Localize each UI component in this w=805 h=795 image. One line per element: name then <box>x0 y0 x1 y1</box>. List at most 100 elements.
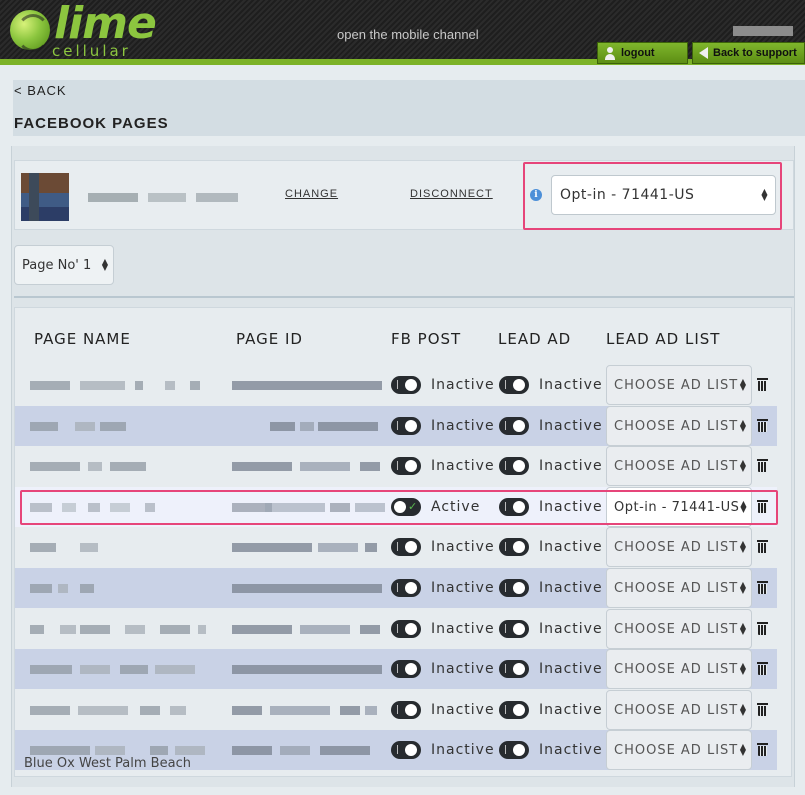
header-fb-post: FB POST <box>391 330 462 348</box>
fb-post-toggle[interactable]: | <box>391 741 421 759</box>
fb-post-status: Inactive <box>431 418 495 434</box>
lead-ad-toggle[interactable]: | <box>499 417 529 435</box>
fb-post-status: Inactive <box>431 377 495 393</box>
lead-ad-list-select[interactable]: CHOOSE AD LIST ▲ ▼ <box>606 527 752 567</box>
page-name-redacted <box>30 422 58 431</box>
select-caret-icon: ▲ ▼ <box>739 661 747 676</box>
page-name-redacted <box>155 665 195 674</box>
page-number-select[interactable]: Page No' 1 ▲ ▼ <box>14 245 114 285</box>
page-name-redacted <box>88 462 102 471</box>
trash-icon[interactable] <box>757 662 768 675</box>
lead-ad-toggle[interactable]: | <box>499 701 529 719</box>
trash-icon[interactable] <box>757 622 768 635</box>
lead-ad-toggle[interactable]: | <box>499 376 529 394</box>
page-name-redacted <box>80 381 125 390</box>
lead-ad-list-select[interactable]: CHOOSE AD LIST ▲ ▼ <box>606 446 752 486</box>
page-name-redacted <box>30 543 56 552</box>
lead-ad-list-select[interactable]: CHOOSE AD LIST ▲ ▼ <box>606 568 752 608</box>
page-number-value: Page No' 1 <box>22 257 92 273</box>
fb-post-toggle[interactable]: | <box>391 701 421 719</box>
trash-icon[interactable] <box>757 419 768 432</box>
fb-post-toggle[interactable]: | <box>391 457 421 475</box>
default-ad-list-select[interactable]: Opt-in - 71441-US ▲ ▼ <box>551 175 776 215</box>
off-mark-icon: | <box>504 461 508 471</box>
page-id-redacted <box>318 543 358 552</box>
page-name-redacted <box>198 625 206 634</box>
lead-ad-status: Inactive <box>539 621 603 637</box>
fb-post-toggle[interactable]: | <box>391 579 421 597</box>
connected-page-name-redacted <box>196 193 238 202</box>
page-name-redacted <box>125 625 145 634</box>
trash-icon[interactable] <box>757 378 768 391</box>
fb-post-toggle[interactable]: | <box>391 376 421 394</box>
off-mark-icon: | <box>396 380 400 390</box>
page-name-redacted <box>80 665 110 674</box>
lead-ad-toggle[interactable]: | <box>499 457 529 475</box>
logout-button[interactable]: logout <box>597 42 688 64</box>
lead-ad-toggle[interactable]: | <box>499 660 529 678</box>
lead-ad-list-select[interactable]: CHOOSE AD LIST ▲ ▼ <box>606 690 752 730</box>
page-id-redacted <box>232 746 272 755</box>
trash-icon[interactable] <box>757 743 768 756</box>
lead-ad-list-value: CHOOSE AD LIST <box>614 742 739 758</box>
lead-ad-list-select[interactable]: CHOOSE AD LIST ▲ ▼ <box>606 609 752 649</box>
lead-ad-toggle[interactable]: | <box>499 538 529 556</box>
off-mark-icon: | <box>396 664 400 674</box>
lead-ad-list-select[interactable]: CHOOSE AD LIST ▲ ▼ <box>606 730 752 770</box>
lead-ad-list-select[interactable]: CHOOSE AD LIST ▲ ▼ <box>606 365 752 405</box>
select-caret-icon: ▲ ▼ <box>739 580 747 595</box>
lead-ad-toggle[interactable]: | <box>499 579 529 597</box>
lead-ad-list-select[interactable]: CHOOSE AD LIST ▲ ▼ <box>606 406 752 446</box>
page-id-redacted <box>232 706 262 715</box>
back-to-support-button[interactable]: Back to support <box>692 42 805 64</box>
fb-post-toggle[interactable]: | <box>391 660 421 678</box>
lead-ad-list-value: CHOOSE AD LIST <box>614 661 739 677</box>
page-name-redacted <box>150 746 168 755</box>
page-id-redacted <box>270 706 330 715</box>
page-id-redacted <box>300 422 314 431</box>
back-link[interactable]: < BACK <box>14 83 67 98</box>
lead-ad-list-value: CHOOSE AD LIST <box>614 621 739 637</box>
lead-ad-list-select[interactable]: CHOOSE AD LIST ▲ ▼ <box>606 649 752 689</box>
lead-ad-list-value: CHOOSE AD LIST <box>614 539 739 555</box>
select-caret-icon: ▲ ▼ <box>739 621 747 636</box>
fb-post-toggle[interactable]: | <box>391 620 421 638</box>
fb-post-status: Inactive <box>431 458 495 474</box>
page-avatar <box>21 173 69 221</box>
lead-ad-toggle[interactable]: | <box>499 620 529 638</box>
page-name-redacted <box>160 625 190 634</box>
lead-ad-toggle[interactable]: | <box>499 741 529 759</box>
select-caret-icon: ▲ ▼ <box>739 377 747 392</box>
trash-icon[interactable] <box>757 581 768 594</box>
trash-icon[interactable] <box>757 540 768 553</box>
fb-post-toggle[interactable]: | <box>391 538 421 556</box>
page-name-redacted <box>140 706 160 715</box>
page-id-redacted <box>320 746 370 755</box>
select-caret-icon: ▲ ▼ <box>739 458 747 473</box>
trash-icon[interactable] <box>757 459 768 472</box>
tagline: open the mobile channel <box>337 27 479 42</box>
globe-icon <box>10 10 50 52</box>
page-name-redacted <box>170 706 186 715</box>
page-id-redacted <box>232 665 382 674</box>
off-mark-icon: | <box>504 583 508 593</box>
page-id-redacted <box>270 422 295 431</box>
trash-icon[interactable] <box>757 703 768 716</box>
fb-post-status: Inactive <box>431 539 495 555</box>
off-mark-icon: | <box>504 664 508 674</box>
disconnect-link[interactable]: DISCONNECT <box>410 188 493 200</box>
change-link[interactable]: CHANGE <box>285 188 338 200</box>
lime-cellular-logo[interactable]: lime cellular <box>10 0 160 60</box>
fb-post-toggle[interactable]: | <box>391 417 421 435</box>
page-name-redacted <box>135 381 143 390</box>
logo-subword: cellular <box>52 42 131 60</box>
off-mark-icon: | <box>504 624 508 634</box>
page-name-redacted <box>120 665 148 674</box>
page-id-redacted <box>232 381 382 390</box>
page-id-redacted <box>318 422 378 431</box>
page-id-redacted <box>232 543 312 552</box>
lead-ad-list-value: CHOOSE AD LIST <box>614 377 739 393</box>
page-id-redacted <box>232 625 292 634</box>
lead-ad-list-value: CHOOSE AD LIST <box>614 458 739 474</box>
off-mark-icon: | <box>396 542 400 552</box>
